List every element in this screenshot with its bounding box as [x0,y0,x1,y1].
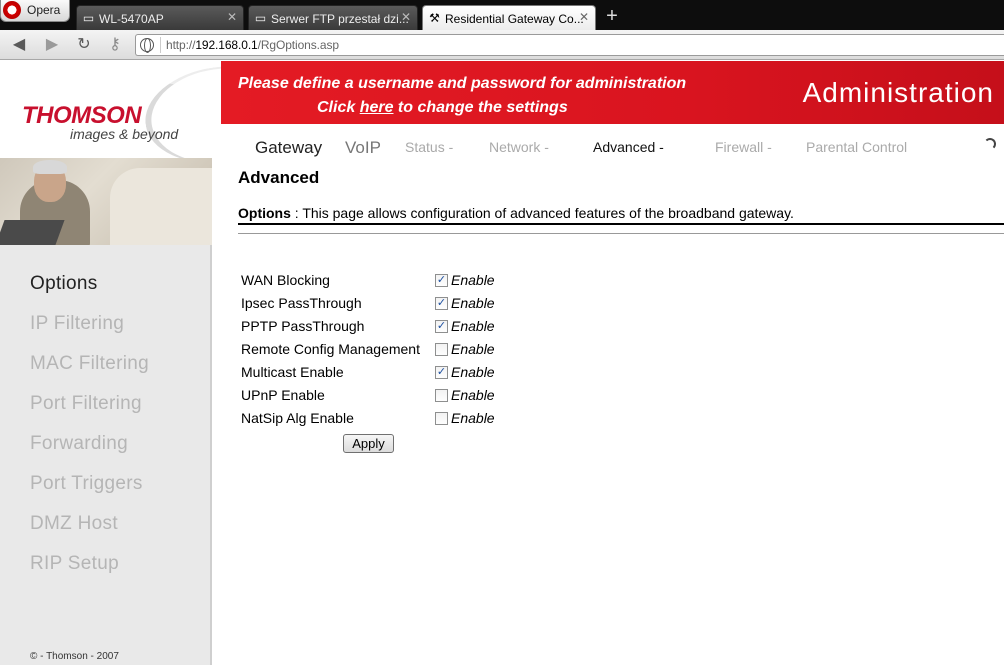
upnp-checkbox[interactable] [435,389,448,402]
opera-logo-icon [3,1,21,19]
nav-gateway[interactable]: Gateway [255,138,322,158]
opera-menu-button[interactable]: Opera [0,0,70,22]
enable-label: Enable [451,272,495,288]
enable-label: Enable [451,318,495,334]
option-label: PPTP PassThrough [241,318,365,334]
photo-person-hair [33,160,67,174]
page-icon: ▭ [254,11,267,25]
ipsec-passthrough-checkbox[interactable]: ✓ [435,297,448,310]
multicast-checkbox[interactable]: ✓ [435,366,448,379]
nav-parental-control[interactable]: Parental Control [806,139,907,155]
option-row-multicast: Multicast Enable ✓ Enable [241,362,541,382]
option-row-upnp: UPnP Enable Enable [241,385,541,405]
url-path: /RgOptions.asp [257,38,339,52]
option-label: NatSip Alg Enable [241,410,354,426]
copyright-text: © - Thomson - 2007 [30,651,119,662]
key-icon[interactable]: ⚷ [106,36,124,54]
browser-tab-bar: Opera ▭ WL-5470AP ✕ ▭ Serwer FTP przesta… [0,0,1004,30]
banner-text: Click [317,99,360,116]
globe-icon [140,38,154,53]
sidebar-item-port-filtering[interactable]: Port Filtering [30,393,142,415]
address-toolbar: ◀ ▶ ↻ ⚷ http://192.168.0.1/RgOptions.asp [0,30,1004,60]
apply-button[interactable]: Apply [343,434,394,453]
photo-laptop [0,220,65,245]
option-label: Remote Config Management [241,341,420,357]
header-banner: Please define a username and password fo… [221,61,1004,124]
opera-menu-label: Opera [27,3,61,17]
close-tab-icon[interactable]: ✕ [578,11,590,23]
option-row-natsip: NatSip Alg Enable Enable [241,408,541,428]
back-arrow-icon[interactable]: ◀ [10,36,28,54]
remote-config-checkbox[interactable] [435,343,448,356]
sidebar-item-rip-setup[interactable]: RIP Setup [30,553,119,575]
description-label: Options [238,205,291,221]
banner-warning-line1: Please define a username and password fo… [238,75,687,92]
url-prefix: http:// [166,38,196,52]
sidebar-item-port-triggers[interactable]: Port Triggers [30,473,143,495]
wan-blocking-checkbox[interactable]: ✓ [435,274,448,287]
option-row-wan-blocking: WAN Blocking ✓ Enable [241,270,541,290]
forward-arrow-icon[interactable]: ▶ [43,36,61,54]
option-label: Multicast Enable [241,364,344,380]
url-host: 192.168.0.1 [195,38,258,52]
url-text: http://192.168.0.1/RgOptions.asp [166,38,339,52]
nav-firewall[interactable]: Firewall - [715,139,772,155]
sidebar-item-options[interactable]: Options [30,273,98,295]
enable-label: Enable [451,341,495,357]
sidebar-item-mac-filtering[interactable]: MAC Filtering [30,353,149,375]
page-description: Options : This page allows configuration… [238,205,794,221]
tab-title: Serwer FTP przestał dzi... [271,12,409,26]
natsip-checkbox[interactable] [435,412,448,425]
url-field[interactable]: http://192.168.0.1/RgOptions.asp [135,34,1004,56]
enable-label: Enable [451,410,495,426]
nav-network[interactable]: Network - [489,139,549,155]
browser-tab-2[interactable]: ▭ Serwer FTP przestał dzi... ✕ [248,5,418,30]
url-divider [160,37,161,53]
browser-tab-3[interactable]: ⚒ Residential Gateway Co... ✕ [422,5,596,30]
nav-voip[interactable]: VoIP [345,138,381,158]
sidebar-item-dmz-host[interactable]: DMZ Host [30,513,118,535]
nav-advanced[interactable]: Advanced - [593,139,664,155]
page-icon: ▭ [82,11,95,25]
tab-title: WL-5470AP [99,12,164,26]
enable-label: Enable [451,295,495,311]
option-label: WAN Blocking [241,272,330,288]
nav-status[interactable]: Status - [405,139,453,155]
close-tab-icon[interactable]: ✕ [400,11,412,23]
page-title: Advanced [238,168,320,187]
close-tab-icon[interactable]: ✕ [226,11,238,23]
logo-tagline: images & beyond [70,126,179,142]
new-tab-plus-icon[interactable]: + [604,6,620,26]
divider [238,223,1004,225]
enable-label: Enable [451,387,495,403]
pptp-passthrough-checkbox[interactable]: ✓ [435,320,448,333]
change-settings-link[interactable]: here [360,99,394,116]
banner-text: to change the settings [393,99,568,116]
tab-title: Residential Gateway Co... [445,12,584,26]
loading-spinner-icon [984,138,996,150]
reload-icon[interactable]: ↻ [75,36,93,54]
option-row-pptp-passthrough: PPTP PassThrough ✓ Enable [241,316,541,336]
banner-warning-line2: Click here to change the settings [317,99,568,117]
option-row-remote-config: Remote Config Management Enable [241,339,541,359]
description-separator: : [290,205,303,221]
thomson-logo-area: THOMSON images & beyond [0,61,236,158]
sidebar-item-forwarding[interactable]: Forwarding [30,433,128,455]
sidebar: Options IP Filtering MAC Filtering Port … [0,245,212,665]
option-row-ipsec-passthrough: Ipsec PassThrough ✓ Enable [241,293,541,313]
sidebar-item-ip-filtering[interactable]: IP Filtering [30,313,124,335]
enable-label: Enable [451,364,495,380]
divider-thin [238,233,1004,234]
header-photo [0,158,212,245]
option-label: UPnP Enable [241,387,325,403]
section-title: Administration [802,77,994,108]
option-label: Ipsec PassThrough [241,295,362,311]
description-text: This page allows configuration of advanc… [302,205,794,221]
photo-sofa [110,168,212,245]
browser-tab-1[interactable]: ▭ WL-5470AP ✕ [76,5,244,30]
top-navigation: Gateway VoIP Status - Network - Advanced… [236,124,1004,158]
tools-icon: ⚒ [429,11,440,25]
